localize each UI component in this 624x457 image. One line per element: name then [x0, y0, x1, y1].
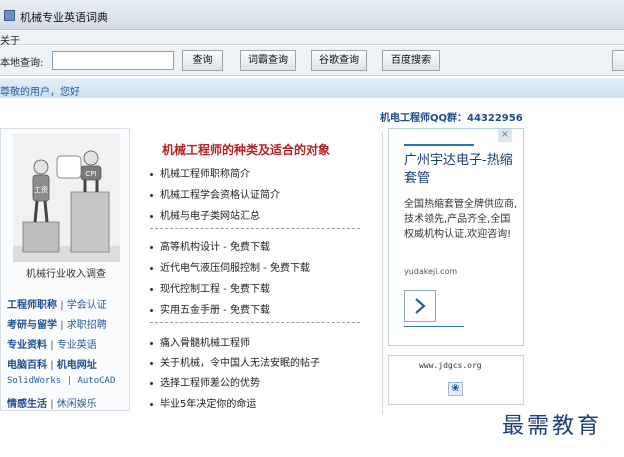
google-search-button[interactable]: 谷歌查询: [311, 50, 367, 71]
welcome-text: 尊敬的用户，您好: [0, 87, 80, 98]
site-badge-url[interactable]: www.jdgcs.org: [419, 361, 482, 370]
ad-body[interactable]: 全国热缩套管全牌供应商,技术领先,产品齐全,全国权威机构认证,欢迎咨询!: [404, 197, 520, 242]
column-divider: [382, 132, 383, 414]
link-row: 工程师职称 | 学会认证: [7, 300, 107, 311]
search-button[interactable]: 查询: [182, 50, 223, 71]
ad-accent-bar: [404, 144, 474, 146]
list-item[interactable]: 选择工程师差公的优势: [150, 374, 260, 389]
search-input[interactable]: [52, 51, 174, 70]
list-item[interactable]: 高等机构设计 - 免费下载: [150, 238, 270, 253]
link-leisure[interactable]: 休闲娱乐: [57, 399, 97, 410]
link-row: 情感生活 | 休闲娱乐: [7, 399, 97, 410]
watermark-text: 最需教育: [502, 414, 603, 439]
close-icon[interactable]: ×: [498, 129, 512, 142]
link-society-certification[interactable]: 学会认证: [67, 300, 107, 311]
cartoon-caption[interactable]: 机械行业收入调查: [5, 265, 127, 280]
list-item[interactable]: 毕业5年决定你的命运: [150, 395, 256, 410]
ad-banner[interactable]: × 广州宇达电子-热缩套管 全国热缩套管全牌供应商,技术领先,产品齐全,全国权威…: [388, 128, 524, 346]
link-solidworks[interactable]: SolidWorks: [7, 376, 61, 386]
site-badge[interactable]: www.jdgcs.org ❀: [388, 355, 524, 405]
list-item[interactable]: 现代控制工程 - 免费下载: [150, 280, 270, 295]
link-row: SolidWorks | AutoCAD: [7, 376, 116, 386]
chevron-right-icon-graphic: [415, 298, 426, 314]
toolbar-extra-button[interactable]: [612, 50, 624, 71]
ad-headline[interactable]: 广州宇达电子-热缩套管: [404, 152, 518, 188]
menu-bar: 关于: [0, 31, 624, 47]
ciba-search-button[interactable]: 词霸查询: [240, 50, 296, 71]
section-divider: [150, 322, 360, 323]
welcome-bar: 尊敬的用户，您好: [0, 78, 624, 98]
link-graduate-study[interactable]: 考研与留学: [7, 320, 57, 331]
chevron-right-icon[interactable]: [404, 290, 436, 322]
section-divider: [150, 228, 360, 229]
link-computer-encyclopedia[interactable]: 电脑百科: [7, 360, 47, 371]
app-icon: [4, 10, 15, 21]
list-item[interactable]: 机械工程学会资格认证简介: [150, 186, 280, 201]
list-item[interactable]: 近代电气液压伺服控制 - 免费下载: [150, 259, 310, 274]
salary-cartoon-illustration: 工资 CPI: [13, 134, 120, 262]
toolbar: 本地查询: 查询 词霸查询 谷歌查询 百度搜索: [0, 46, 624, 76]
center-title[interactable]: 机械工程师的种类及适合的对象: [162, 141, 330, 158]
title-bar: 机械专业英语词典: [0, 0, 624, 30]
ad-bottom-line: [404, 326, 464, 327]
cartoon-left-label: 工资: [34, 185, 48, 194]
window-title: 机械专业英语词典: [20, 11, 108, 24]
list-item[interactable]: 机械工程师职称简介: [150, 165, 250, 180]
left-panel: 工资 CPI 机械行业收入调查 工程师职称 | 学会认证 考研与留学 | 求职招…: [0, 128, 130, 411]
paw-icon: ❀: [448, 382, 463, 396]
link-electromech-sites[interactable]: 机电网址: [57, 360, 97, 371]
list-item[interactable]: 关于机械，令中国人无法安眠的帖子: [150, 354, 320, 369]
list-item[interactable]: 痛入骨髓机械工程师: [150, 334, 250, 349]
search-label: 本地查询:: [0, 58, 44, 69]
list-item[interactable]: 实用五金手册 - 免费下载: [150, 301, 270, 316]
link-professional-materials[interactable]: 专业资料: [7, 340, 47, 351]
cartoon-right-label: CPI: [85, 170, 96, 178]
link-row: 专业资料 | 专业英语: [7, 340, 97, 351]
link-autocad[interactable]: AutoCAD: [77, 376, 115, 386]
ad-url[interactable]: yudakeji.com: [404, 267, 457, 276]
menu-item-about[interactable]: 关于: [0, 32, 20, 47]
baidu-search-button[interactable]: 百度搜索: [382, 50, 440, 71]
list-item[interactable]: 机械与电子类网站汇总: [150, 207, 260, 222]
link-row: 考研与留学 | 求职招聘: [7, 320, 107, 331]
page-content: 机电工程师QQ群：44322956 工资 CPI 机械行业收入调查 工程师职称 …: [0, 98, 624, 457]
link-row: 电脑百科 | 机电网址: [7, 360, 97, 371]
qq-group-text: 机电工程师QQ群：44322956: [380, 113, 523, 124]
link-emotional-life[interactable]: 情感生活: [7, 399, 47, 410]
salary-cartoon-image[interactable]: 工资 CPI: [13, 134, 120, 262]
link-professional-english[interactable]: 专业英语: [57, 340, 97, 351]
link-job-hunting[interactable]: 求职招聘: [67, 320, 107, 331]
link-title-certification[interactable]: 工程师职称: [7, 300, 57, 311]
